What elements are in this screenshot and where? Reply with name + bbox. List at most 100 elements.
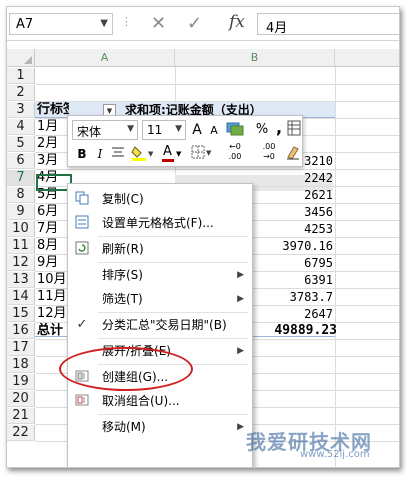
row-header[interactable]: 13 <box>7 272 35 288</box>
insert-function-button[interactable]: fx <box>229 12 245 32</box>
decrease-decimal-top: .00 <box>262 142 276 151</box>
chevron-down-icon: ▼ <box>127 124 134 134</box>
grip-dots-icon[interactable]: ⋮ <box>121 15 132 28</box>
menu-item-label: 设置单元格格式(F)... <box>102 216 214 230</box>
cell-b[interactable]: 49889.23 <box>255 323 337 339</box>
row-header[interactable]: 16 <box>7 323 35 339</box>
cell-a[interactable] <box>37 408 69 424</box>
column-header-c[interactable] <box>335 49 399 67</box>
menu-item-label: 取消组合(U)... <box>102 394 180 408</box>
name-box[interactable]: A7 ▼ <box>9 13 113 35</box>
menu-item-sort[interactable]: 排序(S) ▶ <box>68 264 252 286</box>
cancel-formula-button[interactable]: ✕ <box>151 13 166 34</box>
cell-a[interactable]: 行标签 <box>37 102 69 118</box>
row-header[interactable]: 7 <box>7 170 35 186</box>
row-header[interactable]: 19 <box>7 374 35 390</box>
cell-a[interactable]: 1月 <box>37 119 69 135</box>
row-header[interactable]: 11 <box>7 238 35 254</box>
row-header[interactable]: 4 <box>7 119 35 135</box>
menu-item-subtotal[interactable]: ✓ 分类汇总"交易日期"(B) <box>68 314 252 336</box>
row-header[interactable]: 14 <box>7 289 35 305</box>
menu-item-format-cells[interactable]: 设置单元格格式(F)... <box>68 212 252 234</box>
cell-a[interactable]: 9月 <box>37 255 69 271</box>
cell-a[interactable] <box>37 391 69 407</box>
borders-icon[interactable]: ▼ <box>190 144 214 164</box>
row-header[interactable]: 3 <box>7 102 35 118</box>
row-header[interactable]: 20 <box>7 391 35 407</box>
cell-a[interactable]: 2月 <box>37 136 69 152</box>
row-header[interactable]: 1 <box>7 68 35 84</box>
increase-decimal-label: .00 <box>228 152 242 161</box>
row-header[interactable]: 10 <box>7 221 35 237</box>
menu-separator <box>98 414 248 415</box>
chevron-right-icon: ▶ <box>237 422 244 432</box>
fill-color-icon[interactable]: ▼ <box>130 144 156 164</box>
align-center-icon[interactable] <box>110 144 126 164</box>
menu-item-move[interactable]: 移动(M) ▶ <box>68 416 252 438</box>
menu-item-ungroup[interactable]: 取消组合(U)... <box>68 390 252 412</box>
grow-font-button[interactable]: A <box>190 120 204 140</box>
italic-button[interactable]: I <box>92 144 108 164</box>
increase-decimal-button[interactable]: ←0 .00 <box>220 142 250 162</box>
mini-toolbar: 宋体 ▼ 11 ▼ A A % , B I ▼ A ▼ ▼ ←0 .00 .00… <box>67 115 303 167</box>
row-header[interactable]: 6 <box>7 153 35 169</box>
row-header[interactable]: 17 <box>7 340 35 356</box>
menu-item-label: 筛选(T) <box>102 292 143 306</box>
row-header[interactable]: 2 <box>7 85 35 101</box>
row-header[interactable]: 22 <box>7 425 35 441</box>
menu-item-label: 复制(C) <box>102 192 144 206</box>
accounting-format-icon[interactable] <box>224 120 246 140</box>
row-header[interactable]: 21 <box>7 408 35 424</box>
enter-formula-button[interactable]: ✓ <box>187 13 202 34</box>
row-header[interactable]: 12 <box>7 255 35 271</box>
font-name-select[interactable]: 宋体 ▼ <box>72 120 138 140</box>
bold-button[interactable]: B <box>74 144 90 164</box>
cell-a[interactable] <box>37 340 69 356</box>
column-header-a[interactable]: A <box>35 49 175 67</box>
comma-style-button[interactable]: , <box>274 118 284 138</box>
cell-a[interactable]: 8月 <box>37 238 69 254</box>
font-name-value: 宋体 <box>77 125 102 139</box>
context-menu: 复制(C) 设置单元格格式(F)... 刷新(R) 排序(S) ▶ 筛选(T) … <box>67 183 253 467</box>
cell-a[interactable] <box>37 68 69 84</box>
row-header[interactable]: 8 <box>7 187 35 203</box>
row-header[interactable]: 5 <box>7 136 35 152</box>
menu-separator <box>98 338 248 339</box>
cell-a[interactable]: 7月 <box>37 221 69 237</box>
menu-item-filter[interactable]: 筛选(T) ▶ <box>68 288 252 310</box>
percent-button[interactable]: % <box>254 120 270 140</box>
font-color-button[interactable]: A ▼ <box>160 144 186 164</box>
cell-a[interactable] <box>37 85 69 101</box>
formula-bar: A7 ▼ ⋮ ✕ ✓ fx 4月 <box>7 7 399 41</box>
font-size-select[interactable]: 11 ▼ <box>142 120 186 140</box>
format-painter-icon[interactable] <box>286 120 302 140</box>
cell-a[interactable]: 总计 <box>37 323 69 339</box>
copy-icon <box>74 191 90 207</box>
increase-decimal-top: ←0 <box>229 142 241 151</box>
cell-a[interactable]: 12月 <box>37 306 69 322</box>
shrink-font-button[interactable]: A <box>208 121 220 141</box>
cell-b[interactable] <box>207 85 333 101</box>
menu-item-refresh[interactable]: 刷新(R) <box>68 238 252 260</box>
cell-a[interactable]: 6月 <box>37 204 69 220</box>
cell-a[interactable]: 10月 <box>37 272 69 288</box>
column-header-b[interactable]: B <box>175 49 335 67</box>
format-cells-icon <box>74 215 90 231</box>
cell-a[interactable]: 11月 <box>37 289 69 305</box>
cell-a[interactable]: 3月 <box>37 153 69 169</box>
cell-b[interactable] <box>207 68 333 84</box>
menu-item-copy[interactable]: 复制(C) <box>68 188 252 210</box>
chevron-right-icon: ▶ <box>237 346 244 356</box>
select-all-corner[interactable] <box>7 49 35 67</box>
chevron-down-icon: ▼ <box>176 150 182 158</box>
decrease-decimal-button[interactable]: .00 →0 <box>254 142 284 162</box>
formula-input[interactable]: 4月 <box>257 13 399 36</box>
row-header[interactable]: 9 <box>7 204 35 220</box>
menu-separator <box>98 236 248 237</box>
row-header[interactable]: 15 <box>7 306 35 322</box>
row-header[interactable]: 18 <box>7 357 35 373</box>
chevron-right-icon: ▶ <box>237 294 244 304</box>
cell-a[interactable] <box>37 425 69 441</box>
clear-format-icon[interactable] <box>284 144 302 164</box>
chevron-down-icon[interactable]: ▼ <box>100 18 108 29</box>
